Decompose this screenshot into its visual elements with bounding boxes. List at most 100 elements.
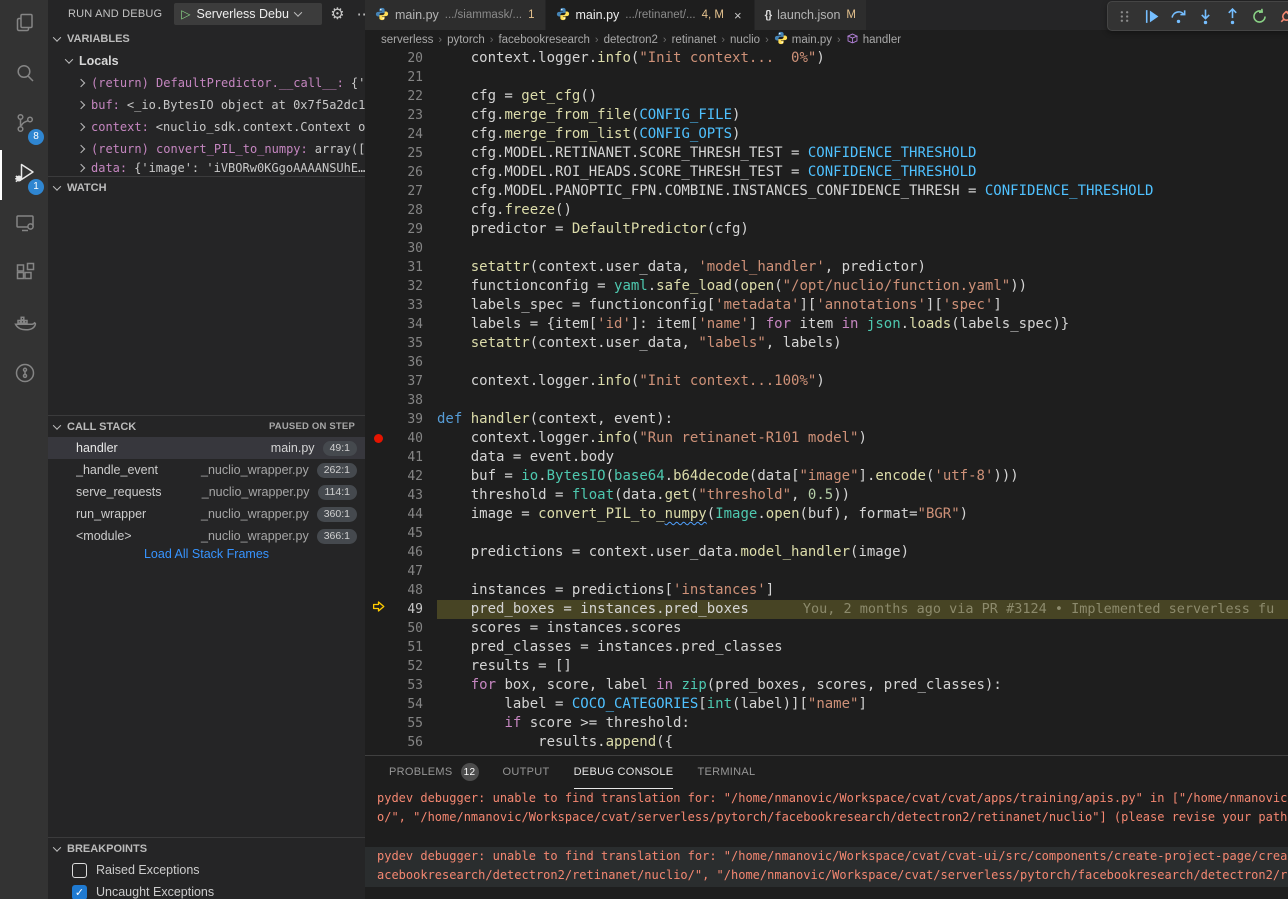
launch-config-dropdown[interactable]: ▷ Serverless Debu — [174, 3, 322, 25]
activity-run-and-debug[interactable]: 1 — [0, 150, 48, 200]
activity-git-graph[interactable] — [0, 350, 48, 400]
breakpoints-section-header[interactable]: BREAKPOINTS — [48, 837, 365, 859]
line-number[interactable]: 41 — [391, 448, 423, 467]
gutter-glyph-margin[interactable] — [365, 714, 391, 733]
breadcrumb-item[interactable]: retinanet — [672, 34, 717, 46]
load-all-stack-frames-link[interactable]: Load All Stack Frames — [48, 547, 365, 561]
gutter-glyph-margin[interactable] — [365, 467, 391, 486]
line-number[interactable]: 27 — [391, 182, 423, 201]
debug-console-output[interactable]: pydev debugger: unable to find translati… — [365, 789, 1288, 899]
activity-docker[interactable] — [0, 300, 48, 350]
panel-tab-debug-console[interactable]: DEBUG CONSOLE — [574, 756, 674, 789]
line-number[interactable]: 40 — [391, 429, 423, 448]
breadcrumb-item[interactable]: facebookresearch — [498, 34, 589, 46]
line-number[interactable]: 49 — [391, 600, 423, 619]
line-number[interactable]: 52 — [391, 657, 423, 676]
gutter-glyph-margin[interactable] — [365, 619, 391, 638]
line-number[interactable]: 25 — [391, 144, 423, 163]
gutter-glyph-margin[interactable] — [365, 125, 391, 144]
step-over-icon[interactable] — [1166, 4, 1191, 28]
call-stack-section-header[interactable]: CALL STACK PAUSED ON STEP — [48, 415, 365, 437]
gutter-glyph-margin[interactable] — [365, 277, 391, 296]
line-number[interactable]: 31 — [391, 258, 423, 277]
variable-row[interactable]: (return) convert_PIL_to_numpy:array([[[ … — [48, 138, 365, 160]
panel-tab-problems[interactable]: PROBLEMS12 — [389, 756, 479, 789]
variable-row[interactable]: buf:<_io.BytesIO object at 0x7f5a2dc1ecc… — [48, 94, 365, 116]
activity-explorer[interactable] — [0, 0, 48, 50]
gutter-glyph-margin[interactable] — [365, 106, 391, 125]
gutter-glyph-margin[interactable] — [365, 733, 391, 752]
breadcrumb-item[interactable]: nuclio — [730, 34, 760, 46]
activity-search[interactable] — [0, 50, 48, 100]
breadcrumb-item[interactable]: detectron2 — [604, 34, 658, 46]
variable-row[interactable]: data:{'image': 'iVBORw0KGgoAAAANSUhE… — [48, 160, 365, 176]
gutter-glyph-margin[interactable] — [365, 600, 391, 619]
call-stack-frame[interactable]: <module>_nuclio_wrapper.py366:1 — [48, 525, 365, 547]
gutter-glyph-margin[interactable] — [365, 334, 391, 353]
gutter-glyph-margin[interactable] — [365, 87, 391, 106]
line-number[interactable]: 33 — [391, 296, 423, 315]
call-stack-frame[interactable]: handlermain.py49:1 — [48, 437, 365, 459]
line-number[interactable]: 53 — [391, 676, 423, 695]
breadcrumb-item[interactable]: main.py — [774, 31, 832, 48]
locals-scope-row[interactable]: Locals — [48, 50, 365, 72]
breadcrumb-item[interactable]: serverless — [381, 34, 433, 46]
line-number[interactable]: 21 — [391, 68, 423, 87]
line-number[interactable]: 56 — [391, 733, 423, 752]
line-number[interactable]: 55 — [391, 714, 423, 733]
start-debug-icon[interactable]: ▷ — [181, 8, 190, 20]
line-number[interactable]: 32 — [391, 277, 423, 296]
watch-section-header[interactable]: WATCH — [48, 176, 365, 198]
line-number[interactable]: 43 — [391, 486, 423, 505]
step-out-icon[interactable] — [1220, 4, 1245, 28]
gutter-glyph-margin[interactable] — [365, 695, 391, 714]
breakpoint-toggle-row[interactable]: ✓Uncaught Exceptions — [48, 881, 365, 899]
gutter-glyph-margin[interactable] — [365, 638, 391, 657]
gutter-glyph-margin[interactable] — [365, 296, 391, 315]
more-actions-icon[interactable]: ⋯ — [353, 5, 365, 23]
breadcrumb-item[interactable]: pytorch — [447, 34, 485, 46]
gear-icon[interactable]: ⚙ — [330, 4, 344, 24]
gutter-glyph-margin[interactable] — [365, 543, 391, 562]
disconnect-icon[interactable] — [1274, 4, 1288, 28]
gutter-glyph-margin[interactable] — [365, 448, 391, 467]
continue-icon[interactable] — [1139, 4, 1164, 28]
line-number[interactable]: 47 — [391, 562, 423, 581]
line-number[interactable]: 26 — [391, 163, 423, 182]
gutter-glyph-margin[interactable] — [365, 353, 391, 372]
gutter-glyph-margin[interactable] — [365, 163, 391, 182]
variable-row[interactable]: (return) DefaultPredictor.__call__:{'ins… — [48, 72, 365, 94]
checkbox[interactable]: ✓ — [72, 885, 87, 899]
line-number[interactable]: 46 — [391, 543, 423, 562]
gutter-glyph-margin[interactable] — [365, 372, 391, 391]
step-into-icon[interactable] — [1193, 4, 1218, 28]
gutter-glyph-margin[interactable] — [365, 562, 391, 581]
gutter-glyph-margin[interactable] — [365, 220, 391, 239]
editor-tab[interactable]: {}launch.jsonM — [755, 0, 867, 30]
gutter-glyph-margin[interactable] — [365, 239, 391, 258]
line-number[interactable]: 29 — [391, 220, 423, 239]
line-number[interactable]: 23 — [391, 106, 423, 125]
breadcrumb-item[interactable]: handler — [846, 32, 901, 48]
code-editor[interactable]: 20 context.logger.info("Init context... … — [365, 49, 1288, 755]
editor-tab[interactable]: main.py.../siammask/...1 — [365, 0, 546, 30]
drag-handle[interactable] — [1112, 4, 1137, 28]
gutter-glyph-margin[interactable] — [365, 505, 391, 524]
line-number[interactable]: 45 — [391, 524, 423, 543]
editor-tab[interactable]: main.py.../retinanet/...4, M× — [546, 0, 755, 30]
gutter-glyph-margin[interactable] — [365, 676, 391, 695]
gutter-glyph-margin[interactable] — [365, 581, 391, 600]
breakpoint-toggle-row[interactable]: Raised Exceptions — [48, 859, 365, 881]
line-number[interactable]: 51 — [391, 638, 423, 657]
line-number[interactable]: 35 — [391, 334, 423, 353]
call-stack-frame[interactable]: serve_requests_nuclio_wrapper.py114:1 — [48, 481, 365, 503]
activity-source-control[interactable]: 8 — [0, 100, 48, 150]
restart-icon[interactable] — [1247, 4, 1272, 28]
variables-section-header[interactable]: VARIABLES — [48, 28, 365, 50]
line-number[interactable]: 28 — [391, 201, 423, 220]
line-number[interactable]: 22 — [391, 87, 423, 106]
close-icon[interactable]: × — [732, 8, 744, 23]
call-stack-frame[interactable]: run_wrapper_nuclio_wrapper.py360:1 — [48, 503, 365, 525]
activity-extensions[interactable] — [0, 250, 48, 300]
gutter-glyph-margin[interactable] — [365, 315, 391, 334]
